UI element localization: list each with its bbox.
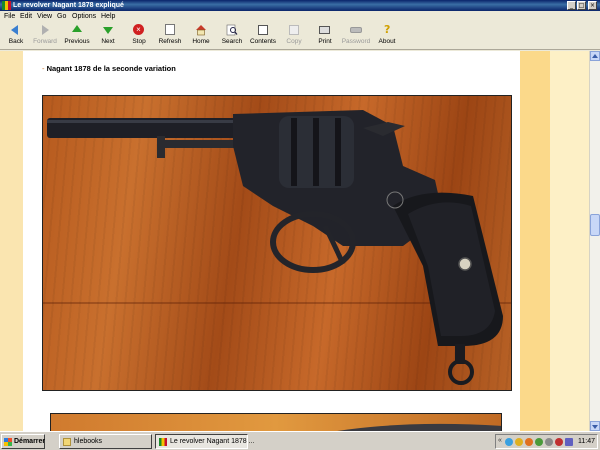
previous-label: Previous [64, 38, 90, 45]
app-icon [159, 438, 167, 446]
print-label: Print [318, 38, 332, 45]
toolbar: Back Forward Previous Next × Stop Refres… [0, 22, 600, 50]
contents-label: Contents [249, 38, 277, 45]
task-label: Le revolver Nagant 1878 ... [170, 438, 255, 445]
left-margin [0, 51, 23, 431]
page-content[interactable]: - Nagant 1878 de la seconde variation [0, 51, 589, 431]
heading-text: Nagant 1878 de la seconde variation [46, 64, 176, 73]
copy-button[interactable]: Copy [278, 24, 310, 50]
volume-icon[interactable] [565, 438, 573, 446]
stop-icon: × [133, 24, 145, 36]
about-label: About [378, 38, 396, 45]
print-icon [319, 24, 331, 36]
window-title: Le revolver Nagant 1878 expliqué [13, 2, 124, 9]
menu-file[interactable]: File [4, 13, 15, 20]
right-decorative-band-outer [550, 51, 589, 431]
maximize-button[interactable]: □ [577, 1, 586, 10]
close-button[interactable]: × [588, 1, 597, 10]
system-tray: « 11:47 [495, 434, 598, 449]
tray-misc-icon[interactable] [545, 438, 553, 446]
windows-logo-icon [4, 438, 12, 446]
app-icon [2, 1, 11, 10]
revolver-photo [42, 95, 512, 391]
revolver-illustration [47, 110, 503, 385]
refresh-button[interactable]: Refresh [154, 24, 186, 50]
home-button[interactable]: Home [185, 24, 217, 50]
copy-icon [288, 24, 300, 36]
menu-bar: File Edit View Go Options Help [0, 11, 600, 22]
second-photo [50, 413, 502, 431]
forward-arrow-icon [39, 24, 51, 36]
start-label: Démarrer [14, 438, 46, 445]
scroll-up-button[interactable] [590, 51, 600, 61]
taskbar: Démarrer hlebooks Le revolver Nagant 187… [0, 431, 600, 450]
about-button[interactable]: ? About [371, 23, 403, 50]
stop-button[interactable]: × Stop [123, 24, 155, 50]
heading-dash: - [42, 64, 45, 73]
down-arrow-icon [102, 24, 114, 36]
menu-go[interactable]: Go [57, 13, 66, 20]
next-button[interactable]: Next [92, 24, 124, 50]
clock[interactable]: 11:47 [578, 438, 595, 445]
page-heading: - Nagant 1878 de la seconde variation [42, 64, 176, 73]
contents-button[interactable]: Contents [247, 24, 279, 50]
refresh-label: Refresh [158, 38, 182, 45]
tray-expand-icon[interactable]: « [498, 437, 502, 444]
search-label: Search [221, 38, 243, 45]
right-decorative-band [520, 51, 550, 431]
tray-app-icon[interactable] [535, 438, 543, 446]
password-label: Password [341, 38, 371, 45]
print-button[interactable]: Print [309, 24, 341, 50]
copy-label: Copy [286, 38, 302, 45]
menu-edit[interactable]: Edit [20, 13, 32, 20]
back-label: Back [8, 38, 24, 45]
security-icon[interactable] [515, 438, 523, 446]
menu-options[interactable]: Options [72, 13, 96, 20]
forward-label: Forward [33, 38, 57, 45]
vertical-scrollbar[interactable] [589, 51, 600, 431]
update-icon[interactable] [525, 438, 533, 446]
task-label: hlebooks [74, 438, 103, 445]
password-icon [350, 24, 362, 36]
up-arrow-icon [71, 24, 83, 36]
network-icon[interactable] [505, 438, 513, 446]
next-label: Next [101, 38, 115, 45]
scroll-thumb[interactable] [590, 214, 600, 236]
search-icon [226, 24, 238, 36]
taskbar-item-revolver[interactable]: Le revolver Nagant 1878 ... [155, 434, 254, 449]
antivirus-icon[interactable] [555, 438, 563, 446]
home-label: Home [192, 38, 210, 45]
about-icon: ? [384, 23, 391, 36]
folder-icon [63, 438, 71, 446]
taskbar-item-hlebooks[interactable]: hlebooks [59, 434, 152, 449]
menu-view[interactable]: View [37, 13, 52, 20]
previous-button[interactable]: Previous [61, 24, 93, 50]
window-title-bar[interactable]: Le revolver Nagant 1878 expliqué _ □ × [0, 0, 600, 11]
back-button[interactable]: Back [0, 24, 32, 50]
start-button[interactable]: Démarrer [1, 434, 45, 449]
scroll-down-button[interactable] [590, 421, 600, 431]
contents-icon [257, 24, 269, 36]
menu-help[interactable]: Help [101, 13, 115, 20]
search-button[interactable]: Search [216, 24, 248, 50]
forward-button[interactable]: Forward [29, 24, 61, 50]
minimize-button[interactable]: _ [567, 1, 576, 10]
home-icon [195, 24, 207, 36]
refresh-icon [164, 24, 176, 36]
password-button[interactable]: Password [340, 24, 372, 50]
back-arrow-icon [10, 24, 22, 36]
stop-label: Stop [132, 38, 146, 45]
